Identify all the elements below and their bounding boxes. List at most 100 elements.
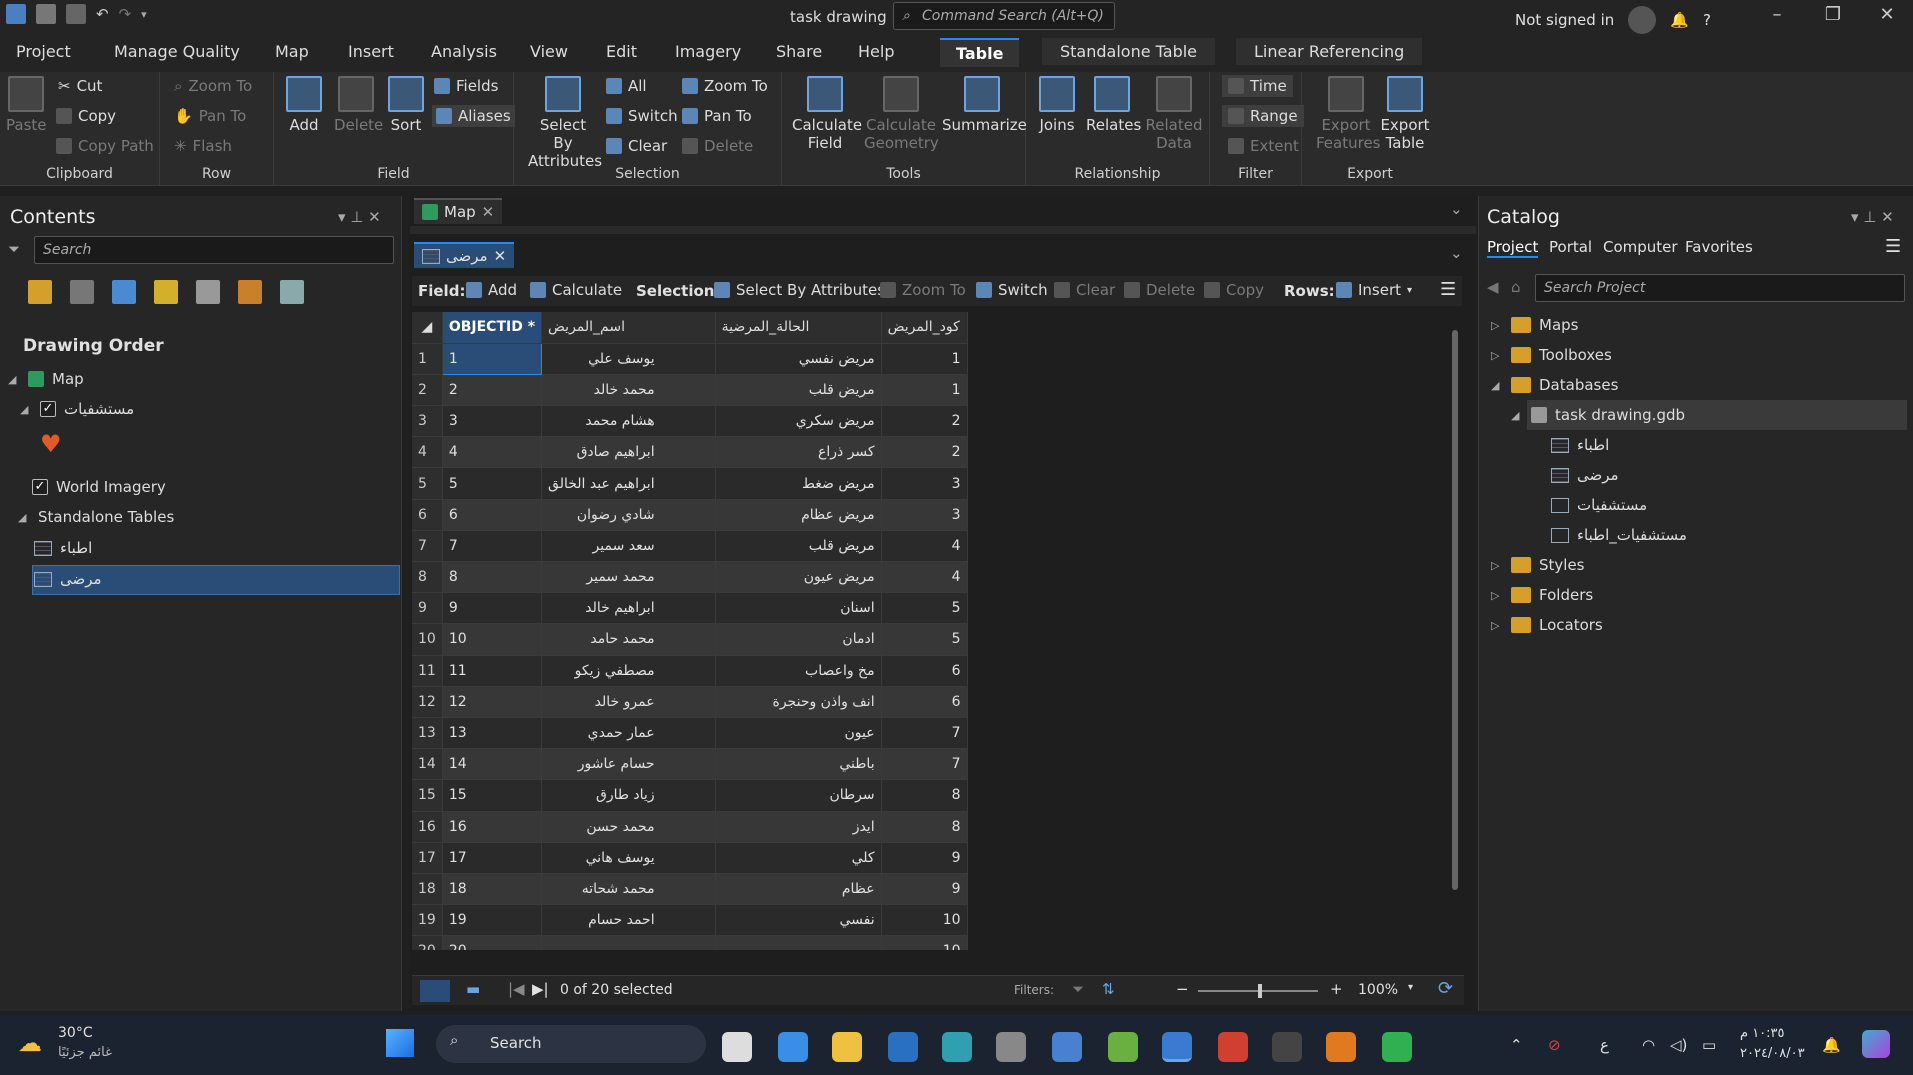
- joins-button[interactable]: Joins: [1036, 76, 1078, 134]
- visibility-checkbox[interactable]: ✓: [40, 401, 56, 417]
- close-tab-icon[interactable]: ✕: [494, 247, 507, 265]
- condition-cell[interactable]: انف واذن وحنجرة: [715, 686, 882, 718]
- row-number[interactable]: 7: [412, 530, 443, 563]
- patient-code-cell[interactable]: 4: [881, 561, 968, 594]
- objectid-cell[interactable]: 1: [441, 342, 543, 375]
- save-icon[interactable]: [66, 4, 86, 24]
- aliases-toggle[interactable]: Aliases: [432, 105, 515, 127]
- zoom-level[interactable]: 100%: [1358, 982, 1398, 998]
- copy-path-button[interactable]: Copy Path: [56, 137, 154, 155]
- catalog-item-locators[interactable]: ▷ Locators: [1491, 616, 1603, 634]
- row-number[interactable]: 15: [412, 779, 443, 812]
- table-row[interactable]: 13 13 عمار حمدي عيون 7: [412, 717, 968, 750]
- selection-zoom-to-button[interactable]: Zoom To: [682, 77, 768, 95]
- mail-icon[interactable]: [1052, 1032, 1082, 1062]
- condition-cell[interactable]: مريض نفسي: [715, 343, 882, 375]
- row-number[interactable]: 1: [412, 343, 443, 375]
- export-features-button[interactable]: Export Features: [1316, 76, 1381, 152]
- patient-code-cell[interactable]: 7: [881, 748, 968, 781]
- delete-field-button[interactable]: Delete: [334, 76, 383, 134]
- table-row[interactable]: 2 2 محمد خالد مريض قلب 1: [412, 374, 968, 407]
- objectid-cell[interactable]: 3: [442, 405, 543, 438]
- toolbar-delete-button[interactable]: Delete: [1124, 281, 1195, 299]
- sign-in-status[interactable]: Not signed in: [1515, 11, 1614, 29]
- visibility-checkbox[interactable]: ✓: [32, 479, 48, 495]
- catalog-tab-computer[interactable]: Computer: [1603, 238, 1678, 256]
- row-number[interactable]: 17: [412, 842, 443, 874]
- patient-name-cell[interactable]: محمد خالد: [541, 374, 716, 407]
- calculate-geometry-button[interactable]: Calculate Geometry: [864, 76, 939, 152]
- patient-name-cell[interactable]: ابراهيم عبد الخالق: [541, 467, 716, 500]
- table-row[interactable]: 8 8 محمد سمير مريض عيون 4: [412, 561, 968, 594]
- condition-cell[interactable]: مريض سكري: [715, 405, 882, 438]
- patient-code-cell[interactable]: 5: [881, 623, 968, 656]
- tree-item-standalone-tables[interactable]: ◢ Standalone Tables: [18, 508, 174, 526]
- objectid-cell[interactable]: 6: [442, 499, 543, 531]
- table-row[interactable]: 9 9 ابراهيم خالد اسنان 5: [412, 592, 968, 625]
- toolbar-copy-button[interactable]: Copy: [1204, 281, 1264, 299]
- range-filter-button[interactable]: Range: [1222, 105, 1304, 127]
- column-header-condition[interactable]: الحالة_المرضية: [715, 312, 882, 344]
- show-all-records-button[interactable]: [420, 980, 450, 1002]
- first-record-icon[interactable]: |◀: [508, 980, 525, 998]
- patient-code-cell[interactable]: 2: [881, 405, 968, 438]
- table-row[interactable]: 16 16 محمد حسن ايدز 8: [412, 811, 968, 843]
- objectid-cell[interactable]: 17: [442, 842, 543, 874]
- clock-time[interactable]: ١٠:٣٥ م: [1740, 1026, 1785, 1041]
- row-number[interactable]: 2: [412, 374, 443, 407]
- language-indicator[interactable]: ع: [1600, 1036, 1609, 1054]
- labeling-icon[interactable]: [238, 280, 262, 304]
- file-explorer-icon[interactable]: [832, 1032, 862, 1062]
- patient-code-cell[interactable]: 8: [881, 779, 968, 812]
- arcgis-pro-icon[interactable]: [1162, 1032, 1192, 1062]
- patient-code-cell[interactable]: 7: [881, 717, 968, 750]
- patient-name-cell[interactable]: سعد سمير: [541, 530, 716, 563]
- tab-edit[interactable]: Edit: [606, 42, 637, 61]
- tab-analysis[interactable]: Analysis: [431, 42, 497, 61]
- zoom-out-icon[interactable]: −: [1176, 980, 1189, 998]
- catalog-tab-project[interactable]: Project: [1487, 238, 1539, 258]
- table-row[interactable]: 11 11 مصطفي زيكو مخ واعصاب 6: [412, 655, 968, 687]
- objectid-cell[interactable]: 10: [442, 623, 543, 656]
- patient-name-cell[interactable]: [541, 935, 716, 950]
- close-button[interactable]: ✕: [1870, 4, 1904, 25]
- table-row[interactable]: 2020 10: [412, 935, 968, 950]
- last-record-icon[interactable]: ▶|: [532, 980, 549, 998]
- condition-cell[interactable]: سرطان: [715, 779, 882, 812]
- select-by-attributes-button[interactable]: Select By Attributes: [528, 76, 602, 170]
- clock-date[interactable]: ٢٠٢٤/٠٨/٠٣: [1740, 1046, 1805, 1061]
- cut-button[interactable]: ✂ Cut: [58, 77, 102, 95]
- condition-cell[interactable]: عيون: [715, 717, 882, 750]
- start-icon[interactable]: [386, 1029, 414, 1057]
- patient-code-cell[interactable]: 9: [881, 873, 968, 906]
- show-selected-records-button[interactable]: ▬: [466, 980, 480, 998]
- expand-icon[interactable]: ◢: [8, 373, 20, 386]
- patient-code-cell[interactable]: 9: [881, 842, 968, 874]
- chatgpt-icon[interactable]: [996, 1032, 1026, 1062]
- chevron-down-icon[interactable]: ▾: [1407, 285, 1412, 296]
- objectid-cell[interactable]: 18: [442, 873, 543, 906]
- toolbar-insert-button[interactable]: Insert ▾: [1336, 281, 1412, 299]
- avatar[interactable]: [1628, 6, 1657, 34]
- table-row[interactable]: 1 1 يوسف علي مريض نفسي 1: [412, 342, 968, 375]
- patient-code-cell[interactable]: 10: [881, 904, 968, 937]
- undo-icon[interactable]: ↶: [96, 5, 109, 23]
- table-row[interactable]: 19 19 احمد حسام نفسي 10: [412, 904, 968, 937]
- objectid-cell[interactable]: 15: [442, 779, 543, 812]
- minimize-button[interactable]: –: [1760, 4, 1794, 25]
- tab-standalone-table[interactable]: Standalone Table: [1042, 38, 1216, 65]
- zoom-in-icon[interactable]: +: [1330, 980, 1343, 998]
- row-number[interactable]: 4: [412, 436, 443, 469]
- column-header-patient-code[interactable]: كود_المريض: [881, 312, 968, 344]
- condition-cell[interactable]: نفسي: [715, 904, 882, 937]
- help-button[interactable]: ?: [1703, 11, 1711, 29]
- condition-cell[interactable]: اسنان: [715, 592, 882, 625]
- patient-name-cell[interactable]: هشام محمد: [541, 405, 716, 438]
- browser-icon[interactable]: [778, 1032, 808, 1062]
- filter-icon[interactable]: ⏷: [8, 240, 20, 258]
- objectid-cell[interactable]: 8: [442, 561, 543, 594]
- drawing-order-icon[interactable]: [28, 280, 52, 304]
- objectid-cell[interactable]: 11: [442, 655, 543, 687]
- tab-table[interactable]: Table: [940, 38, 1020, 67]
- catalog-menu-icon[interactable]: ☰: [1885, 236, 1901, 257]
